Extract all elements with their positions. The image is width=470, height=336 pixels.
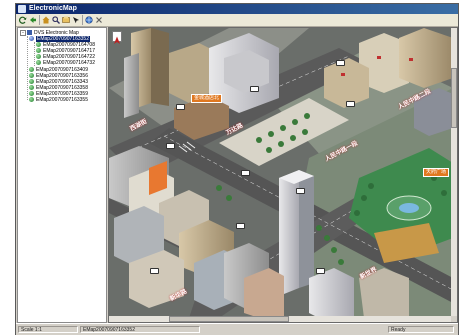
pointer-icon[interactable] xyxy=(72,16,80,24)
status-scale: Scale 1:1 xyxy=(18,326,78,333)
status-state: Ready xyxy=(388,326,454,333)
layers-icon[interactable] xyxy=(62,16,70,24)
camera-marker-icon[interactable] xyxy=(250,86,259,92)
electronic-map-window: ElectronicMap − DVS Electronic Map EMap2… xyxy=(15,3,459,335)
status-bar: Scale 1:1 EMap20070907163352 Ready xyxy=(16,323,458,335)
emap-node-icon xyxy=(29,85,34,90)
search-icon[interactable] xyxy=(52,16,60,24)
camera-marker-icon[interactable] xyxy=(176,104,185,110)
map-view[interactable]: 金城酒店北 天府广场 西湖街 万达路 人民中路一段 人民中路二段 新世界 新华路 xyxy=(108,27,458,323)
emap-node-icon xyxy=(36,60,41,65)
emap-node-icon xyxy=(29,67,34,72)
north-compass-icon xyxy=(112,31,122,44)
camera-marker-icon[interactable] xyxy=(150,268,159,274)
camera-marker-icon[interactable] xyxy=(166,143,175,149)
tree-connector xyxy=(34,42,35,66)
refresh-icon[interactable] xyxy=(19,16,27,24)
globe-icon[interactable] xyxy=(85,16,93,24)
toolbar-separator xyxy=(82,15,83,25)
camera-marker-icon[interactable] xyxy=(346,101,355,107)
emap-node-icon xyxy=(29,36,34,41)
status-current-map: EMap20070907163352 xyxy=(80,326,200,333)
map-location-tag[interactable]: 天府广场 xyxy=(423,168,450,177)
tree-item-label: EMap20070907164732 xyxy=(43,60,95,66)
toolbar-separator xyxy=(39,15,40,25)
map-root-icon xyxy=(27,30,32,35)
app-icon xyxy=(18,5,26,13)
camera-marker-icon[interactable] xyxy=(316,268,325,274)
window-title: ElectronicMap xyxy=(29,5,77,12)
map-location-tag[interactable]: 金城酒店北 xyxy=(191,94,223,103)
horizontal-scrollbar[interactable] xyxy=(109,316,453,322)
tree-item-label: EMap20070907163355 xyxy=(36,97,88,103)
scroll-corner xyxy=(451,316,457,322)
emap-node-icon xyxy=(36,42,41,47)
close-icon[interactable] xyxy=(95,16,103,24)
home-icon[interactable] xyxy=(42,16,50,24)
map-tree-panel: − DVS Electronic Map EMap20070907163352 … xyxy=(17,27,107,323)
horizontal-scroll-thumb[interactable] xyxy=(169,316,289,322)
vertical-scroll-thumb[interactable] xyxy=(451,68,457,128)
camera-marker-icon[interactable] xyxy=(296,188,305,194)
title-bar[interactable]: ElectronicMap xyxy=(16,4,458,14)
camera-marker-icon[interactable] xyxy=(236,223,245,229)
tree-connector xyxy=(27,36,28,100)
camera-marker-icon[interactable] xyxy=(241,170,250,176)
emap-node-icon xyxy=(36,54,41,59)
emap-node-icon xyxy=(29,79,34,84)
camera-marker-icon[interactable] xyxy=(336,60,345,66)
back-icon[interactable] xyxy=(29,16,37,24)
emap-node-icon xyxy=(29,73,34,78)
collapse-icon[interactable]: − xyxy=(20,30,26,36)
emap-node-icon xyxy=(36,48,41,53)
emap-node-icon xyxy=(29,97,34,102)
vertical-scrollbar[interactable] xyxy=(451,28,457,318)
emap-node-icon xyxy=(29,91,34,96)
city-map-image[interactable] xyxy=(109,28,453,318)
toolbar xyxy=(16,14,458,27)
